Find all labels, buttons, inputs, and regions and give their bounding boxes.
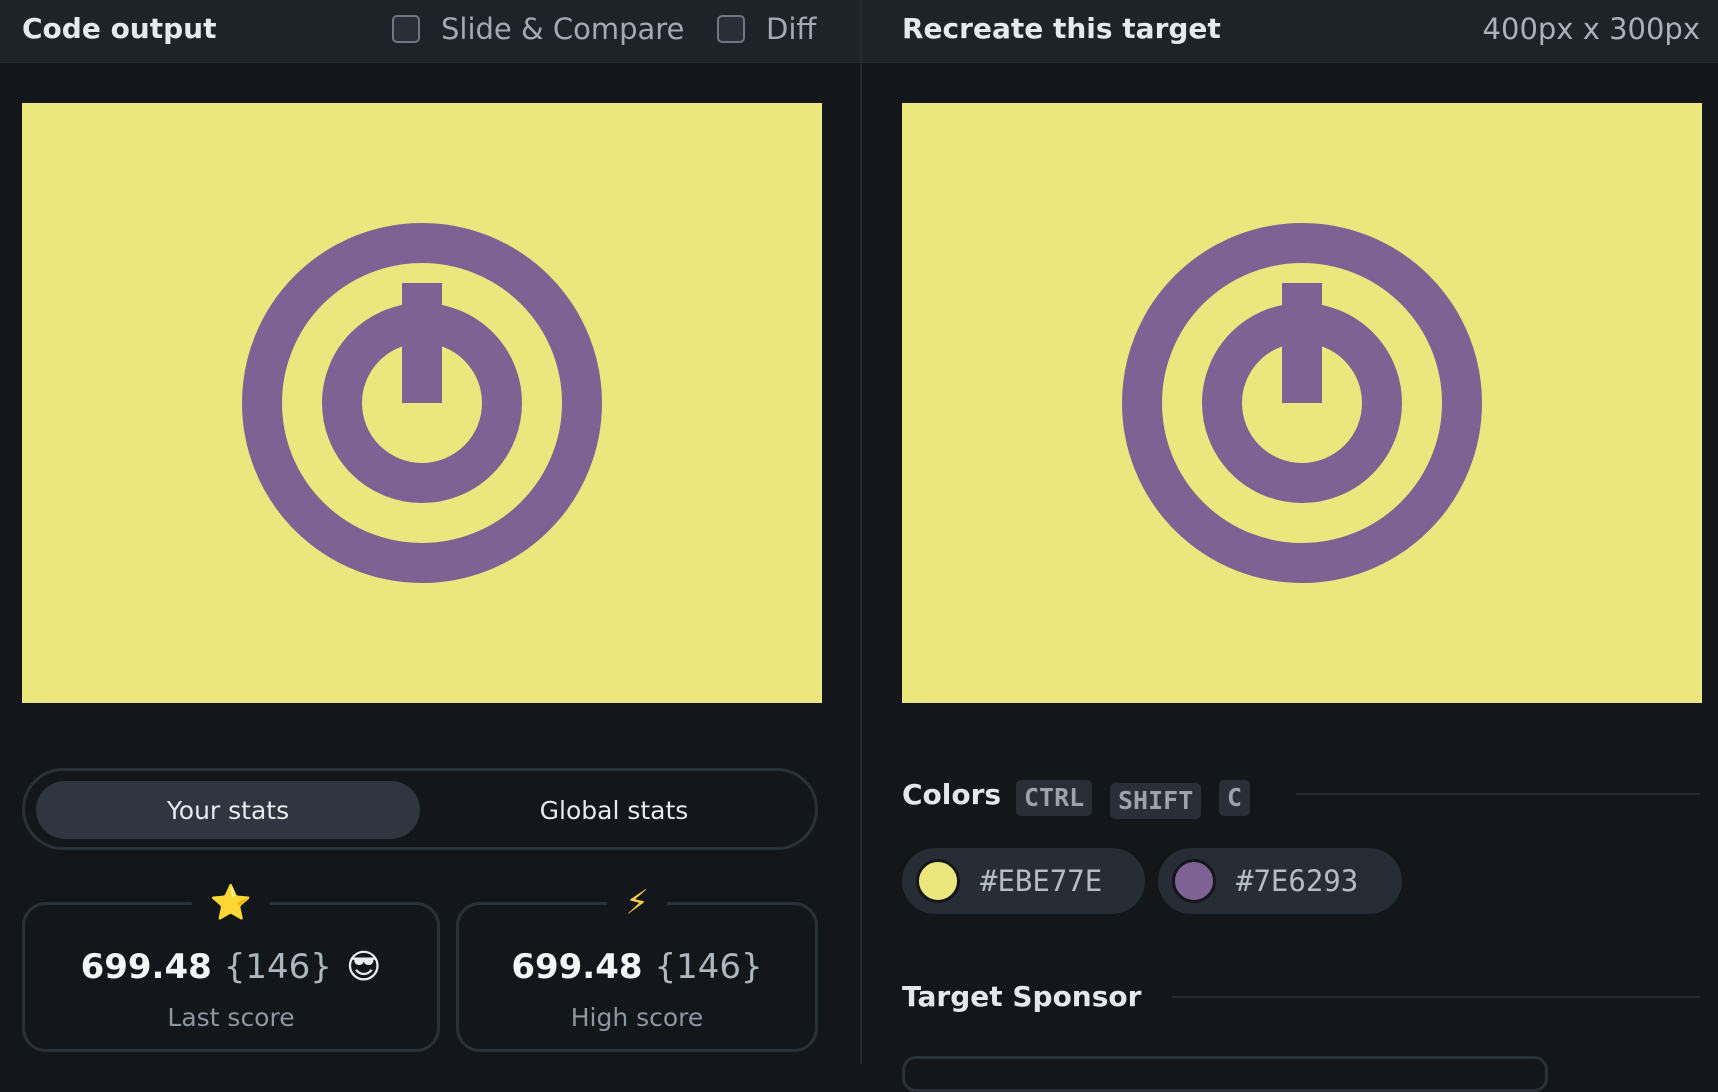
color-swatch-yellow[interactable]: #EBE77E	[902, 848, 1145, 914]
color-hex-purple: #7E6293	[1236, 864, 1359, 898]
color-hex-yellow: #EBE77E	[980, 864, 1103, 898]
code-output-title: Code output	[22, 12, 217, 45]
sponsor-card[interactable]	[902, 1056, 1548, 1092]
last-score-number: 699.48	[80, 947, 212, 987]
code-output-canvas[interactable]	[22, 103, 822, 703]
slide-compare-label: Slide & Compare	[441, 12, 685, 46]
high-score-number: 699.48	[511, 947, 643, 987]
code-output-header: Code output Slide & Compare Diff	[0, 0, 860, 63]
target-header: Recreate this target 400px x 300px	[862, 0, 1718, 63]
target-power-icon	[902, 103, 1702, 703]
sponsor-divider	[1172, 996, 1700, 998]
kbd-c: C	[1219, 780, 1251, 816]
kbd-ctrl: CTRL	[1016, 780, 1093, 816]
color-dot-yellow	[916, 859, 960, 903]
diff-checkbox[interactable]	[717, 15, 745, 43]
output-power-icon	[22, 103, 822, 703]
sponsor-title: Target Sponsor	[902, 980, 1142, 1013]
diff-label: Diff	[766, 12, 817, 46]
high-score-count: {146}	[654, 947, 763, 987]
lightning-icon: ⚡	[607, 881, 667, 925]
color-swatch-purple[interactable]: #7E6293	[1158, 848, 1402, 914]
slide-compare-toggle[interactable]: Slide & Compare	[392, 12, 684, 46]
target-canvas	[902, 103, 1702, 703]
kbd-shift: SHIFT	[1110, 783, 1202, 819]
last-score-card: ⭐ 699.48 {146} 😎 Last score	[22, 881, 440, 1052]
colors-title: Colors	[902, 778, 1002, 811]
high-score-label: High score	[570, 1003, 704, 1032]
high-score-card: ⚡ 699.48 {146} High score	[456, 881, 818, 1052]
global-stats-tab[interactable]: Global stats	[422, 781, 806, 839]
code-output-panel: Code output Slide & Compare Diff Your st…	[0, 0, 860, 1064]
diff-toggle[interactable]: Diff	[717, 12, 816, 46]
target-dimensions: 400px x 300px	[1482, 12, 1700, 46]
target-title: Recreate this target	[902, 12, 1221, 45]
stats-toggle: Your stats Global stats	[22, 768, 818, 850]
sunglasses-emoji-icon: 😎	[345, 947, 382, 987]
slide-compare-checkbox[interactable]	[392, 15, 420, 43]
star-icon: ⭐	[191, 881, 271, 925]
last-score-label: Last score	[167, 1003, 295, 1032]
high-score-value: 699.48 {146}	[459, 947, 815, 987]
last-score-count: {146}	[223, 947, 332, 987]
last-score-value: 699.48 {146} 😎	[25, 947, 437, 987]
your-stats-tab[interactable]: Your stats	[36, 781, 420, 839]
color-dot-purple	[1172, 859, 1216, 903]
target-panel: Recreate this target 400px x 300px Color…	[862, 0, 1718, 1092]
colors-divider	[1296, 793, 1700, 795]
